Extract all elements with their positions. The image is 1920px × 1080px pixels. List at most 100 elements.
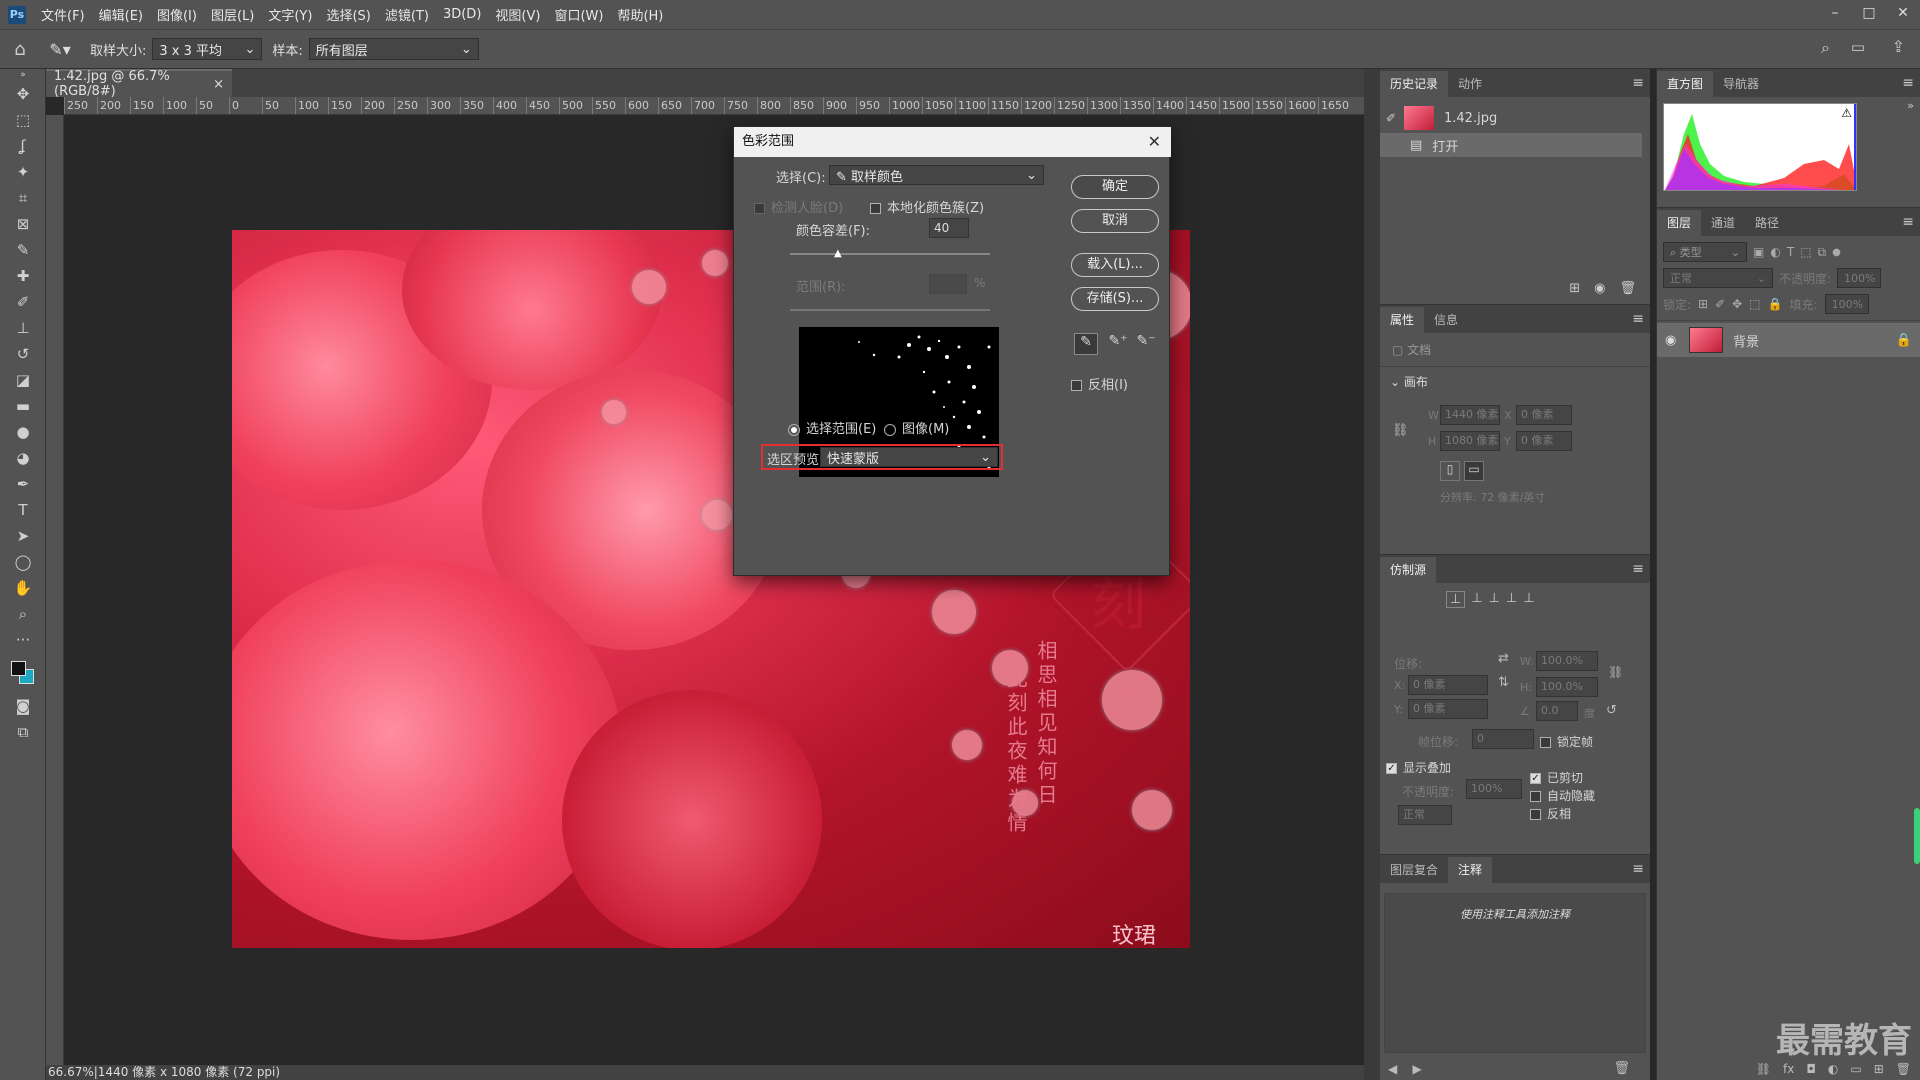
link-icon[interactable]: ⛓ xyxy=(1608,665,1623,679)
link-icon[interactable]: ⛓ xyxy=(1392,423,1409,438)
overlay-blend-select[interactable]: 正常 xyxy=(1398,805,1452,825)
clone-source-icon[interactable]: ⊥ xyxy=(1471,591,1482,608)
blur-tool-icon[interactable]: ● xyxy=(0,419,46,445)
tab-paths[interactable]: 路径 xyxy=(1745,210,1789,236)
filter-shape-icon[interactable]: ⬚ xyxy=(1800,245,1811,259)
menu-layer[interactable]: 图层(L) xyxy=(204,5,261,24)
clipped-checkbox[interactable]: ✓ 已剪切 xyxy=(1530,769,1583,786)
more-tools-icon[interactable]: ··· xyxy=(0,627,46,653)
mask-icon[interactable]: ◘ xyxy=(1806,1062,1816,1076)
ok-button[interactable]: 确定 xyxy=(1071,175,1159,199)
menu-icon[interactable]: ≡ xyxy=(1632,861,1644,877)
detect-faces-checkbox[interactable]: 检测人脸(D) xyxy=(754,197,843,216)
menu-image[interactable]: 图像(I) xyxy=(150,5,204,24)
scroll-indicator[interactable] xyxy=(1914,808,1920,864)
menu-edit[interactable]: 编辑(E) xyxy=(92,5,150,24)
gradient-tool-icon[interactable]: ▬ xyxy=(0,393,46,419)
notes-nav-icons[interactable]: ◀ ▶ xyxy=(1388,1062,1422,1076)
menu-select[interactable]: 选择(S) xyxy=(319,5,377,24)
fill-input[interactable]: 100% xyxy=(1824,294,1869,314)
ellipse-tool-icon[interactable]: ◯ xyxy=(0,549,46,575)
lock-transparent-icon[interactable]: ⊞ xyxy=(1698,297,1708,311)
tab-navigator[interactable]: 导航器 xyxy=(1713,71,1769,97)
history-brush-icon[interactable]: ↺ xyxy=(0,341,46,367)
filter-pixel-icon[interactable]: ▣ xyxy=(1753,245,1764,259)
canvas-section[interactable]: ⌄ 画布 xyxy=(1380,367,1650,396)
menu-help[interactable]: 帮助(H) xyxy=(610,5,670,24)
eyedropper-icon[interactable]: ✎ xyxy=(0,237,46,263)
menu-window[interactable]: 窗口(W) xyxy=(547,5,610,24)
lock-pixels-icon[interactable]: ✐ xyxy=(1715,297,1725,311)
tab-layer-comps[interactable]: 图层复合 xyxy=(1380,857,1448,883)
filter-type-icon[interactable]: T xyxy=(1787,245,1794,259)
menu-icon[interactable]: ≡ xyxy=(1902,75,1914,91)
brush-tool-icon[interactable]: ✐ xyxy=(0,289,46,315)
clone-source-icon[interactable]: ⊥ xyxy=(1523,591,1534,608)
fx-icon[interactable]: fx xyxy=(1783,1062,1794,1076)
search-icon[interactable]: ⌕ xyxy=(1821,38,1830,58)
fuzziness-input[interactable]: 40 xyxy=(929,218,969,238)
clone-h-input[interactable]: 100.0% xyxy=(1536,677,1598,697)
trash-icon[interactable]: 🗑 xyxy=(1619,281,1636,296)
angle-input[interactable]: 0.0 xyxy=(1536,701,1578,721)
menu-icon[interactable]: ≡ xyxy=(1632,311,1644,327)
layer-blend-select[interactable]: 正常 ⌄ xyxy=(1663,268,1773,288)
menu-icon[interactable]: ≡ xyxy=(1902,214,1914,230)
clone-x-input[interactable]: 0 像素 xyxy=(1408,675,1488,695)
menu-3d[interactable]: 3D(D) xyxy=(436,7,488,22)
eyedropper-tool-icon[interactable]: ✎▾ xyxy=(40,40,80,59)
marquee-tool-icon[interactable]: ⬚ xyxy=(0,107,46,133)
new-document-icon[interactable]: ⊞ xyxy=(1569,281,1580,296)
document-tab[interactable]: 1.42.jpg @ 66.7%(RGB/8#) × xyxy=(46,69,232,99)
pen-tool-icon[interactable]: ✒ xyxy=(0,471,46,497)
home-icon[interactable]: ⌂ xyxy=(0,39,40,60)
color-swatches[interactable] xyxy=(0,653,46,693)
camera-icon[interactable]: ◉ xyxy=(1594,281,1605,296)
fuzziness-slider-track[interactable] xyxy=(790,253,990,255)
link-layers-icon[interactable]: ⛓ xyxy=(1756,1062,1771,1076)
maximize-button[interactable]: □ xyxy=(1852,0,1886,29)
trash-icon[interactable]: 🗑 xyxy=(1613,1061,1630,1076)
close-window-button[interactable]: ✕ xyxy=(1886,0,1920,29)
lock-all-icon[interactable]: 🔒 xyxy=(1768,297,1783,311)
tab-clone-source[interactable]: 仿制源 xyxy=(1380,557,1437,583)
move-tool-icon[interactable]: ✥ xyxy=(0,81,46,107)
history-step[interactable]: ▤ 打开 xyxy=(1380,133,1642,157)
save-button[interactable]: 存储(S)... xyxy=(1071,287,1159,311)
clone-w-input[interactable]: 100.0% xyxy=(1536,651,1598,671)
filter-smart-icon[interactable]: ⧉ xyxy=(1818,245,1827,260)
clone-source-icon[interactable]: ⊥ xyxy=(1446,591,1466,608)
folder-icon[interactable]: ▭ xyxy=(1850,1062,1861,1076)
filter-adjustment-icon[interactable]: ◐ xyxy=(1770,245,1780,259)
menu-type[interactable]: 文字(Y) xyxy=(261,5,319,24)
cancel-button[interactable]: 取消 xyxy=(1071,209,1159,233)
eyedropper-minus-icon[interactable]: ✎⁻ xyxy=(1134,333,1158,349)
history-snapshot[interactable]: ✐ 1.42.jpg xyxy=(1380,103,1650,133)
frame-offset-input[interactable]: 0 xyxy=(1472,729,1534,749)
flip-horizontal-icon[interactable]: ⇄ xyxy=(1498,651,1509,666)
select-dropdown[interactable]: ✎ 取样颜色 ⌄ xyxy=(829,165,1044,185)
tab-channels[interactable]: 通道 xyxy=(1701,210,1745,236)
radio-image[interactable]: 图像(M) xyxy=(884,418,949,437)
path-selection-icon[interactable]: ➤ xyxy=(0,523,46,549)
close-icon[interactable]: ✕ xyxy=(1148,127,1161,157)
layer-opacity-input[interactable]: 100% xyxy=(1837,268,1882,288)
frame-tool-icon[interactable]: ⊠ xyxy=(0,211,46,237)
share-icon[interactable]: ⇪ xyxy=(1892,37,1905,56)
tab-histogram[interactable]: 直方图 xyxy=(1657,71,1714,97)
clone-source-icon[interactable]: ⊥ xyxy=(1506,591,1517,608)
menu-icon[interactable]: ≡ xyxy=(1632,75,1644,91)
trash-icon[interactable]: 🗑 xyxy=(1896,1062,1911,1076)
stamp-tool-icon[interactable]: ⊥ xyxy=(0,315,46,341)
tab-notes[interactable]: 注释 xyxy=(1448,857,1493,883)
sample-select[interactable]: 所有图层 ⌄ xyxy=(308,38,479,60)
filter-toggle-icon[interactable]: ● xyxy=(1832,247,1841,258)
quick-mask-icon[interactable]: ◙ xyxy=(0,693,46,719)
adjustment-icon[interactable]: ◐ xyxy=(1828,1062,1838,1076)
hand-tool-icon[interactable]: ✋ xyxy=(0,575,46,601)
clone-source-icon[interactable]: ⊥ xyxy=(1489,591,1500,608)
layer-row-background[interactable]: ◉ 背景 🔒 xyxy=(1657,323,1920,357)
new-layer-icon[interactable]: ⊞ xyxy=(1874,1062,1884,1076)
magic-wand-tool-icon[interactable]: ✦ xyxy=(0,159,46,185)
lock-position-icon[interactable]: ✥ xyxy=(1732,297,1742,311)
